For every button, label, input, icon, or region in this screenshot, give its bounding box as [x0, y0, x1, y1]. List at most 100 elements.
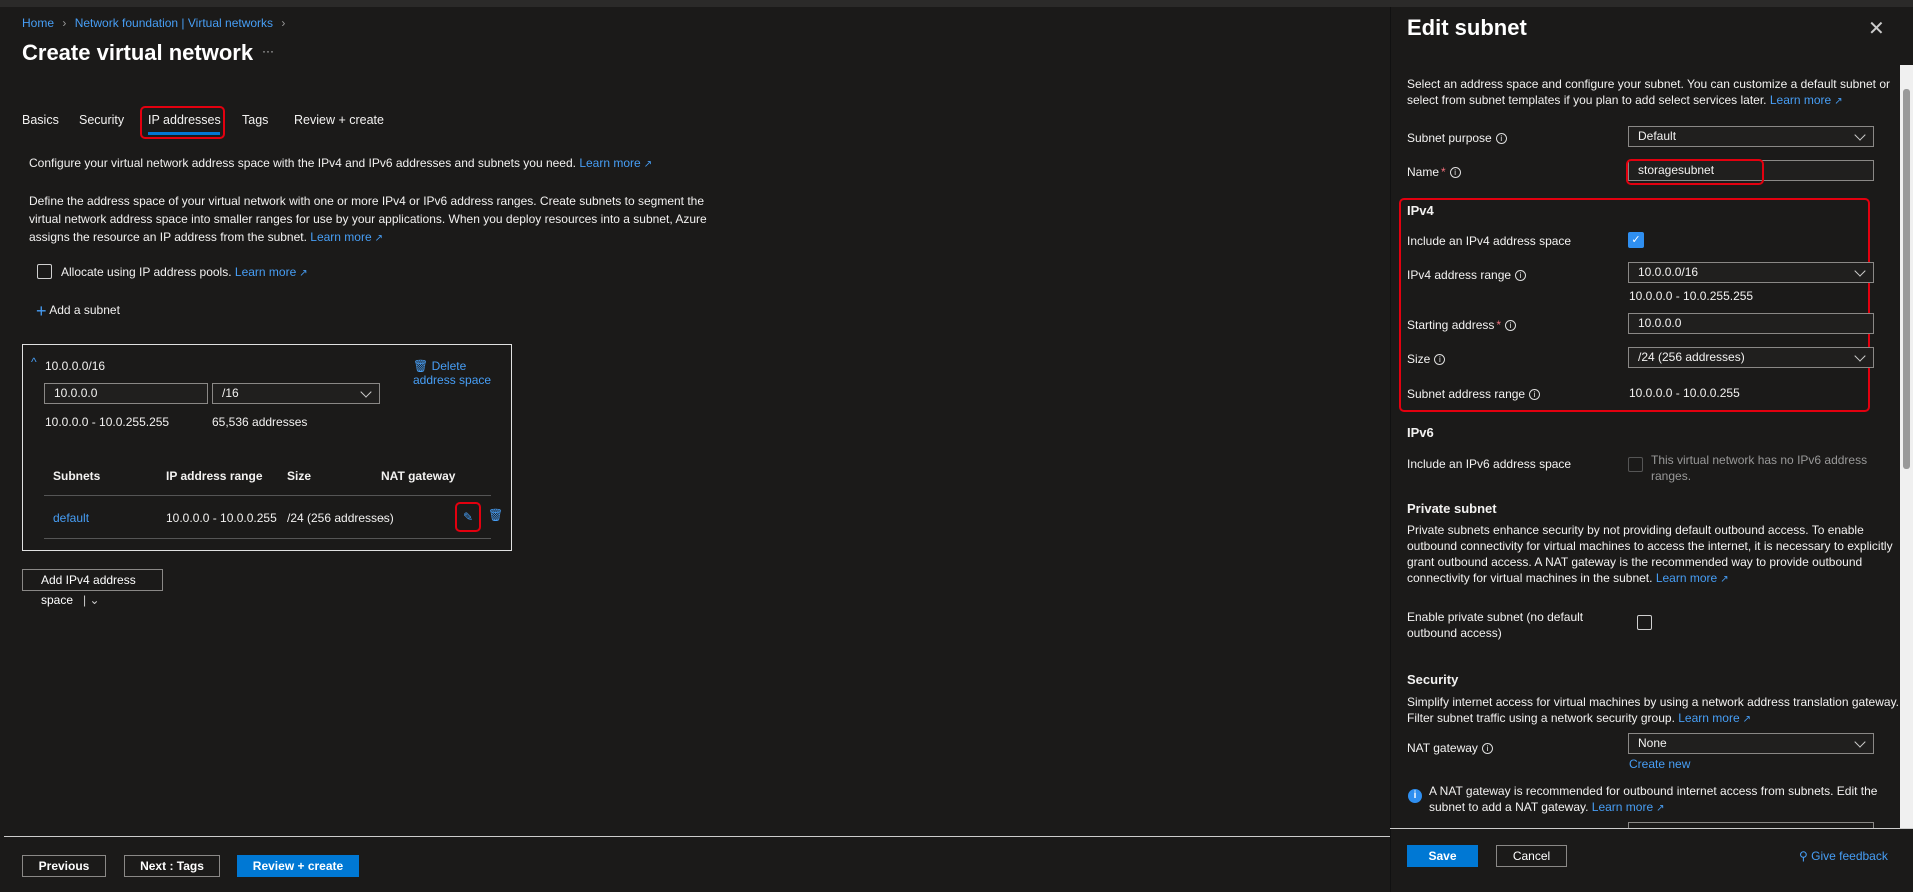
panel-description: Select an address space and configure yo…: [1407, 77, 1890, 107]
include-ipv6-label: Include an IPv6 address space: [1407, 457, 1572, 471]
learn-more-link[interactable]: Learn more: [1678, 711, 1739, 725]
highlight-box: [1399, 198, 1870, 412]
size-dropdown[interactable]: /24 (256 addresses): [1628, 347, 1874, 368]
security-description: Simplify internet access for virtual mac…: [1407, 695, 1900, 725]
enable-private-subnet-checkbox[interactable]: [1637, 615, 1652, 630]
top-bar: [0, 0, 1913, 7]
subnet-nat: -: [381, 511, 385, 525]
breadcrumb-virtual-networks[interactable]: Network foundation | Virtual networks: [75, 16, 273, 30]
info-icon[interactable]: i: [1505, 320, 1517, 332]
learn-more-link[interactable]: Learn more: [1592, 800, 1653, 814]
info-icon[interactable]: i: [1529, 389, 1541, 401]
security-heading: Security: [1407, 672, 1459, 687]
column-header-subnets: Subnets: [53, 469, 101, 483]
learn-more-link[interactable]: Learn more: [235, 265, 296, 279]
review-create-button[interactable]: Review + create: [237, 855, 359, 877]
add-ipv4-address-space-button[interactable]: Add IPv4 address space | ⌄: [22, 569, 163, 607]
divider: [44, 538, 491, 539]
edit-subnet-button[interactable]: ✎: [455, 502, 481, 532]
breadcrumb: Home › Network foundation | Virtual netw…: [22, 16, 290, 30]
previous-button[interactable]: Previous: [22, 855, 106, 877]
external-link-icon: ↗: [374, 233, 384, 244]
more-options-button[interactable]: ···: [262, 44, 274, 58]
panel-title: Edit subnet: [1407, 15, 1527, 40]
subnet-name-link[interactable]: default: [53, 511, 89, 525]
include-ipv6-checkbox[interactable]: [1628, 457, 1643, 472]
address-space-start-input[interactable]: 10.0.0.0: [44, 383, 208, 404]
trash-icon: 🗑: [488, 508, 504, 522]
include-ipv4-checkbox[interactable]: ✓: [1628, 232, 1644, 248]
address-range-text: 10.0.0.0 - 10.0.255.255: [45, 415, 170, 429]
plus-icon: +: [36, 301, 47, 321]
address-space-card: ^ 10.0.0.0/16 🗑 Delete address space 10.…: [22, 344, 512, 551]
column-header-ip-range: IP address range: [166, 469, 263, 483]
nat-gateway-dropdown[interactable]: None: [1628, 733, 1874, 754]
info-icon[interactable]: i: [1481, 743, 1493, 755]
delete-address-space-button[interactable]: 🗑 Delete address space: [413, 359, 511, 387]
external-link-icon: ↗: [1834, 96, 1843, 107]
save-button[interactable]: Save: [1407, 845, 1478, 867]
tab-security[interactable]: Security: [79, 113, 124, 127]
chevron-right-icon: ›: [281, 16, 286, 30]
tab-review-create[interactable]: Review + create: [294, 113, 384, 127]
info-icon[interactable]: i: [1495, 133, 1507, 145]
allocate-pools-checkbox[interactable]: [37, 264, 52, 279]
subnet-purpose-dropdown[interactable]: Default: [1628, 126, 1874, 147]
learn-more-link[interactable]: Learn more: [1656, 571, 1717, 585]
learn-more-link[interactable]: Learn more: [310, 230, 371, 244]
name-label: Name * i: [1407, 165, 1461, 179]
ipv6-heading: IPv6: [1407, 425, 1434, 440]
chevron-down-icon[interactable]: | ⌄: [83, 593, 100, 607]
external-link-icon: ↗: [299, 268, 308, 279]
address-count-text: 65,536 addresses: [212, 415, 308, 429]
subnet-range-label: Subnet address range i: [1407, 387, 1541, 401]
pencil-icon: ✎: [462, 510, 474, 524]
private-subnet-description: Private subnets enhance security by not …: [1407, 523, 1893, 585]
tab-basics[interactable]: Basics: [22, 113, 59, 127]
tab-tags[interactable]: Tags: [242, 113, 268, 127]
ipv6-note: This virtual network has no IPv6 address…: [1651, 453, 1868, 483]
give-feedback-link[interactable]: ⚲ Give feedback: [1799, 849, 1888, 863]
nat-info-message: A NAT gateway is recommended for outboun…: [1429, 784, 1878, 814]
subnet-range: 10.0.0.0 - 10.0.0.255: [166, 511, 277, 525]
info-icon[interactable]: i: [1449, 167, 1461, 179]
feedback-icon: ⚲: [1799, 849, 1808, 863]
address-space-prefix-dropdown[interactable]: /16: [212, 383, 380, 404]
subnet-range-value: 10.0.0.0 - 10.0.0.255: [1629, 386, 1740, 400]
subnet-size: /24 (256 addresses): [287, 511, 394, 525]
allocate-pools-label: Allocate using IP address pools. Learn m…: [61, 265, 308, 279]
collapse-chevron-icon[interactable]: ^: [31, 355, 37, 369]
highlight-box: [140, 106, 225, 139]
ipv4-range-dropdown[interactable]: 10.0.0.0/16: [1628, 262, 1874, 283]
column-header-nat: NAT gateway: [381, 469, 456, 483]
external-link-icon: ↗: [1742, 714, 1752, 725]
external-link-icon: ↗: [1720, 574, 1729, 585]
close-icon[interactable]: ✕: [1868, 16, 1885, 41]
breadcrumb-home[interactable]: Home: [22, 16, 54, 30]
size-label: Size i: [1407, 352, 1446, 366]
learn-more-link[interactable]: Learn more: [1770, 93, 1831, 107]
page-title: Create virtual network: [22, 40, 254, 65]
info-icon[interactable]: i: [1434, 354, 1446, 366]
table-row: default 10.0.0.0 - 10.0.0.255 /24 (256 a…: [23, 496, 511, 536]
info-icon[interactable]: i: [1515, 270, 1527, 282]
address-space-description: Define the address space of your virtual…: [29, 194, 707, 244]
learn-more-link[interactable]: Learn more: [579, 156, 640, 170]
footer-divider: [4, 836, 1390, 837]
create-new-nat-link[interactable]: Create new: [1629, 757, 1690, 771]
add-subnet-button[interactable]: + Add a subnet: [36, 301, 120, 322]
delete-subnet-button[interactable]: 🗑: [488, 508, 503, 522]
next-tags-button[interactable]: Next : Tags: [124, 855, 220, 877]
external-link-icon: ↗: [643, 159, 653, 170]
panel-scrollbar[interactable]: [1900, 65, 1913, 828]
scrollbar-thumb[interactable]: [1903, 89, 1910, 469]
intro-text: Configure your virtual network address s…: [29, 156, 653, 170]
panel-footer-divider: [1390, 828, 1913, 829]
starting-address-input[interactable]: 10.0.0.0: [1628, 313, 1874, 334]
info-circle-icon: i: [1408, 789, 1422, 803]
address-space-cidr: 10.0.0.0/16: [45, 359, 106, 373]
nat-gateway-label: NAT gateway i: [1407, 741, 1493, 755]
highlight-box: [1626, 159, 1764, 185]
cancel-button[interactable]: Cancel: [1496, 845, 1567, 867]
ipv4-range-text: 10.0.0.0 - 10.0.255.255: [1629, 289, 1754, 303]
